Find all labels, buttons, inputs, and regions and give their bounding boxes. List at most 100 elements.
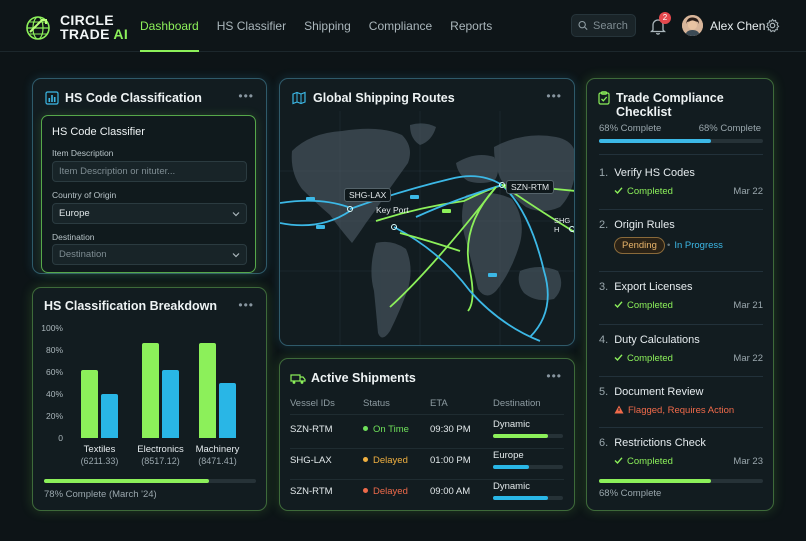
checklist-item-title: 2. Origin Rules [599, 219, 763, 231]
checklist-item-status: Completed [627, 300, 673, 311]
bar-chart-icon [45, 91, 59, 105]
chevron-down-icon [232, 212, 240, 217]
checklist-item-title: 5. Document Review [599, 386, 763, 398]
gear-icon[interactable] [765, 18, 780, 33]
bar-electronics-0[interactable] [142, 343, 159, 438]
eta-cell: 01:00 PM [430, 455, 471, 466]
brand-ai: AI [113, 26, 129, 42]
route-label-shg-edge[interactable]: SHG H [554, 216, 574, 234]
chevron-down-icon [232, 253, 240, 258]
nav-dashboard[interactable]: Dashboard [140, 0, 199, 52]
more-options-icon[interactable]: ••• [546, 89, 562, 103]
checklist-item[interactable]: 5. Document Review Flagged, Requires Actio… [599, 386, 763, 426]
notification-badge: 2 [659, 12, 671, 24]
breakdown-footer: 78% Complete (March '24) [44, 489, 157, 500]
vessel-id[interactable]: SHG-LAX [290, 455, 332, 466]
bar-textiles-0[interactable] [81, 369, 98, 438]
compliance-checklist-card: Trade Compliance Checklist 68% Complete … [586, 78, 774, 511]
status-cell: On Time [363, 424, 409, 435]
destination-select[interactable]: Destination [52, 244, 247, 265]
search-input[interactable] [593, 19, 635, 32]
status-dot [363, 457, 368, 462]
nav-hs-classifier[interactable]: HS Classifier [217, 0, 286, 52]
checklist-item-status: Completed [627, 353, 673, 364]
bar-textiles-1[interactable] [101, 394, 118, 438]
main-nav: Dashboard HS Classifier Shipping Complia… [140, 0, 510, 52]
checklist-status-wrap: Completed [614, 186, 673, 197]
route-label-shg-lax[interactable]: SHG-LAX [344, 188, 392, 202]
nav-reports[interactable]: Reports [450, 0, 492, 52]
checklist-progress-fill [599, 139, 711, 143]
destination-progress [493, 465, 563, 469]
checklist-divider [599, 271, 763, 272]
check-icon [614, 301, 623, 309]
status-label: Delayed [373, 486, 408, 497]
x-category-code: (6211.33) [80, 456, 119, 466]
item-description-input[interactable] [52, 161, 247, 182]
clipboard-check-icon [598, 91, 610, 105]
eta-cell: 09:30 PM [430, 424, 471, 435]
header-destination: Destination [493, 398, 541, 409]
warning-icon [614, 405, 624, 414]
route-label-szn-rtm[interactable]: SZN-RTM [506, 180, 555, 194]
status-dot [363, 488, 368, 493]
checklist-item[interactable]: 2. Origin Rules Pending • In Progress [599, 219, 763, 259]
checklist-status-wrap: Completed [614, 353, 673, 364]
checklist-item[interactable]: 6. Restrictions Check Completed Mar 23 [599, 437, 763, 477]
checklist-item-number: 2. [599, 219, 609, 231]
hs-code-card: HS Code Classification ••• HS Code Class… [32, 78, 267, 274]
search-box[interactable] [571, 14, 636, 37]
y-tick-label: 40% [45, 389, 63, 399]
bar-machinery-1[interactable] [219, 383, 236, 438]
bar-electronics-1[interactable] [162, 369, 179, 438]
origin-label: Country of Origin [52, 190, 117, 200]
checklist-item[interactable]: 1. Verify HS Codes Completed Mar 22 [599, 167, 763, 207]
checklist-item-status: Flagged, Requires Action [628, 405, 735, 416]
route-label-key-port[interactable]: Key Port [376, 205, 409, 215]
brand-logo[interactable]: CIRCLE TRADE AI [24, 12, 128, 42]
search-icon [578, 20, 588, 31]
nav-shipping[interactable]: Shipping [304, 0, 351, 52]
checklist-item[interactable]: 4. Duty Calculations Completed Mar 22 [599, 334, 763, 374]
y-tick-label: 80% [45, 345, 63, 355]
checklist-status-wrap: • In Progress [667, 240, 723, 251]
status-dot [363, 426, 368, 431]
globe-logo-icon [26, 16, 50, 40]
user-name[interactable]: Alex Chen [710, 19, 765, 33]
more-options-icon[interactable]: ••• [238, 89, 254, 103]
y-tick-label: 20% [45, 411, 63, 421]
more-options-icon[interactable]: ••• [546, 369, 562, 383]
checklist-item-label: Origin Rules [614, 219, 675, 231]
origin-select[interactable]: Europe [52, 203, 247, 224]
vessel-id[interactable]: SZN-RTM [290, 486, 333, 497]
checklist-item-date: Mar 23 [733, 456, 763, 467]
checklist-divider [599, 376, 763, 377]
checklist-item-label: Duty Calculations [614, 334, 700, 346]
avatar-image [682, 15, 703, 36]
hs-classifier-form: HS Code Classifier Item Description Coun… [41, 115, 256, 273]
x-category-label: Textiles [83, 444, 116, 455]
destination-label: Dynamic [493, 419, 530, 430]
checklist-item-date: Mar 22 [733, 186, 763, 197]
breakdown-progress-fill [44, 479, 210, 483]
checklist-status-wrap: Flagged, Requires Action [614, 405, 734, 416]
bar-machinery-0[interactable] [199, 343, 216, 438]
checklist-progress-left: 68% Complete [599, 123, 662, 134]
more-options-icon[interactable]: ••• [238, 298, 254, 312]
destination-progress-fill [493, 496, 548, 500]
checklist-item[interactable]: 3. Export Licenses Completed Mar 21 [599, 281, 763, 321]
destination-progress-fill [493, 434, 548, 438]
user-avatar[interactable] [682, 15, 703, 36]
checklist-divider [599, 324, 763, 325]
separator-dot: • [667, 240, 671, 251]
nav-compliance[interactable]: Compliance [369, 0, 432, 52]
checklist-item-label: Restrictions Check [614, 437, 706, 449]
status-label: Delayed [373, 455, 408, 466]
destination-label: Destination [52, 232, 95, 242]
truck-icon [290, 374, 306, 384]
checklist-item-title: 6. Restrictions Check [599, 437, 763, 449]
checklist-status-wrap: Completed [614, 456, 673, 467]
vessel-id[interactable]: SZN-RTM [290, 424, 333, 435]
checklist-item-label: Document Review [614, 386, 704, 398]
checklist-divider [599, 427, 763, 428]
